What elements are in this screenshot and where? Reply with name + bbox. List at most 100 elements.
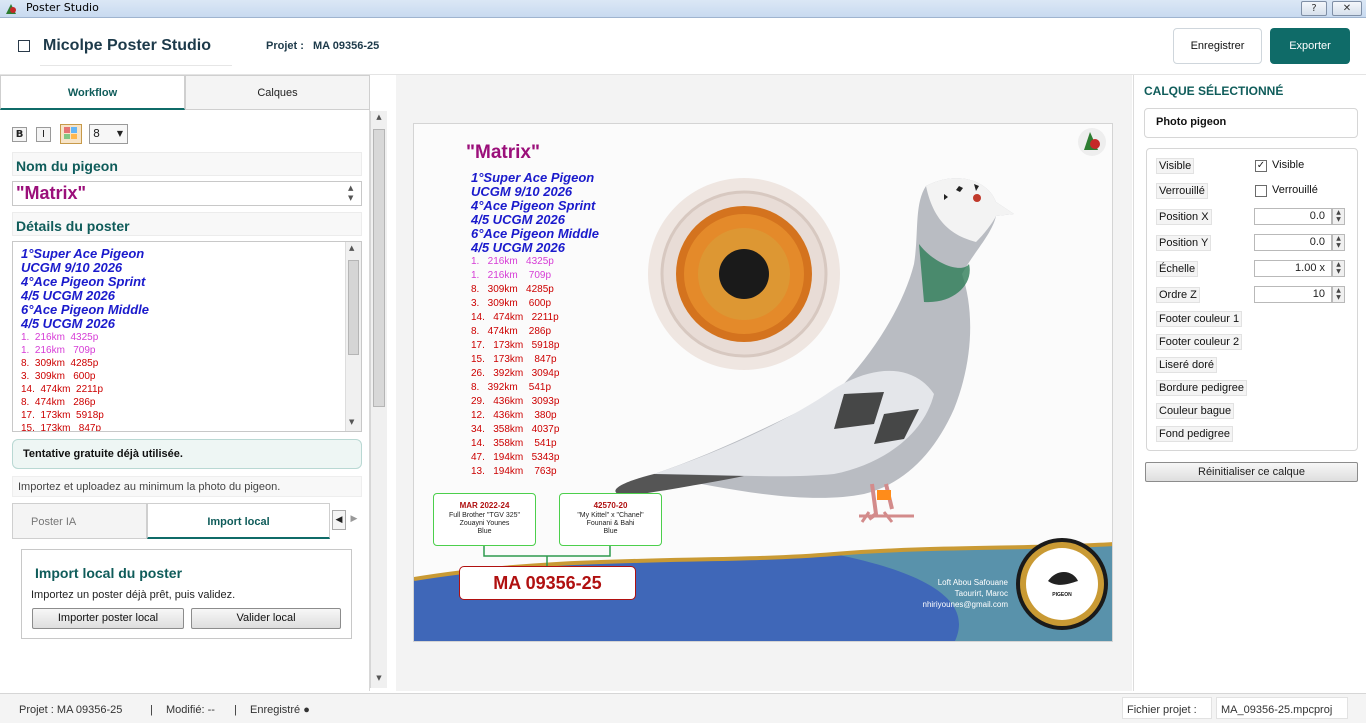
contact-line: Taourirt, Maroc bbox=[954, 589, 1008, 598]
ring-number-box[interactable]: MA 09356-25 bbox=[459, 566, 636, 600]
leg-ring-shape bbox=[877, 490, 891, 500]
status-saved: Enregistré ● bbox=[250, 704, 310, 716]
tab-workflow[interactable]: Workflow bbox=[0, 75, 185, 110]
poster-title-line: 6°Ace Pigeon Middle bbox=[471, 226, 600, 241]
poster-result-line: 17. 173km 5918p bbox=[471, 340, 560, 351]
position-y-input[interactable]: 0.0 bbox=[1254, 234, 1332, 251]
poster-title-line: UCGM 9/10 2026 bbox=[471, 184, 573, 199]
save-button[interactable]: Enregistrer bbox=[1173, 28, 1262, 64]
poster-titles: 1°Super Ace Pigeon UCGM 9/10 2026 4°Ace … bbox=[471, 171, 599, 255]
scrollbar-thumb[interactable] bbox=[348, 260, 359, 355]
pedigree-box-sire[interactable]: MAR 2022-24 Full Brother "TGV 325" Zouay… bbox=[433, 493, 536, 546]
status-modified: Modifié: -- bbox=[166, 704, 215, 716]
gold-border-button[interactable]: Liseré doré bbox=[1156, 357, 1218, 373]
details-line: 3. 309km 600p bbox=[21, 371, 96, 382]
divider bbox=[40, 65, 232, 66]
scroll-up-icon[interactable]: ▲ bbox=[373, 113, 385, 123]
details-line: 4°Ace Pigeon Sprint bbox=[21, 274, 146, 289]
status-bar: Projet : MA 09356-25 | Modifié: -- | Enr… bbox=[0, 693, 1366, 723]
scroll-up-icon[interactable]: ▲ bbox=[349, 244, 354, 252]
visible-checkbox[interactable]: ✓ bbox=[1255, 160, 1267, 172]
scroll-down-icon[interactable]: ▼ bbox=[373, 674, 385, 684]
pedigree-border-button[interactable]: Bordure pedigree bbox=[1156, 380, 1248, 396]
font-size-select[interactable]: 8 ▼ bbox=[89, 124, 128, 144]
subtab-poster-ia[interactable]: Poster IA bbox=[12, 503, 147, 539]
scrollbar-thumb[interactable] bbox=[373, 129, 385, 407]
z-order-spinner[interactable]: ▲ ▼ bbox=[1332, 286, 1345, 303]
color-picker-button[interactable] bbox=[60, 124, 82, 144]
scale-input[interactable]: 1.00 x bbox=[1254, 260, 1332, 277]
pedigree-box-dam[interactable]: 42570-20 "My Kittel" x "Chanel" Founani … bbox=[559, 493, 662, 546]
locked-checkbox-label: Verrouillé bbox=[1272, 184, 1318, 196]
z-order-label: Ordre Z bbox=[1156, 287, 1200, 303]
poster-result-line: 15. 173km 847p bbox=[471, 354, 557, 365]
footer-color-2-button[interactable]: Footer couleur 2 bbox=[1156, 334, 1243, 350]
name-spin-icon[interactable]: ▲ ▼ bbox=[348, 183, 353, 203]
position-y-spinner[interactable]: ▲ ▼ bbox=[1332, 234, 1345, 251]
import-description: Importez un poster déjà prêt, puis valid… bbox=[31, 589, 236, 601]
pigeon-name-value: "Matrix" bbox=[16, 183, 87, 203]
poster-title-line: 4°Ace Pigeon Sprint bbox=[471, 198, 596, 213]
pedigree-background-button[interactable]: Fond pedigree bbox=[1156, 426, 1233, 442]
scale-label: Échelle bbox=[1156, 261, 1199, 277]
position-x-input[interactable]: 0.0 bbox=[1254, 208, 1332, 225]
position-x-spinner[interactable]: ▲ ▼ bbox=[1332, 208, 1345, 225]
poster-result-line: 29. 436km 3093p bbox=[471, 396, 560, 407]
chevron-right-icon[interactable]: ▶ bbox=[348, 510, 360, 530]
sire-line: Blue bbox=[477, 528, 492, 535]
details-line: 4/5 UCGM 2026 bbox=[21, 288, 115, 303]
reset-layer-button[interactable]: Réinitialiser ce calque bbox=[1145, 462, 1358, 482]
import-poster-button[interactable]: Importer poster local bbox=[32, 608, 184, 629]
poster-details-textarea[interactable]: 1°Super Ace Pigeon UCGM 9/10 2026 4°Ace … bbox=[12, 241, 362, 432]
selected-layer-name: Photo pigeon bbox=[1156, 116, 1227, 128]
sire-line: Full Brother "TGV 325" bbox=[448, 512, 521, 519]
app-name: Micolpe Poster Studio bbox=[43, 37, 212, 54]
validate-local-button[interactable]: Valider local bbox=[191, 608, 341, 629]
poster-result-line: 34. 358km 4037p bbox=[471, 424, 560, 435]
position-x-label: Position X bbox=[1156, 209, 1212, 225]
details-line: 15. 173km 847p bbox=[21, 423, 102, 432]
header: Micolpe Poster Studio Projet : MA 09356-… bbox=[0, 19, 1366, 75]
help-button[interactable]: ? bbox=[1301, 1, 1327, 16]
ring-color-button[interactable]: Couleur bague bbox=[1156, 403, 1235, 419]
left-scrollbar[interactable]: ▲ ▼ bbox=[370, 111, 387, 688]
visible-checkbox-label: Visible bbox=[1272, 159, 1305, 171]
status-project: Projet : MA 09356-25 bbox=[19, 704, 123, 716]
scale-spinner[interactable]: ▲ ▼ bbox=[1332, 260, 1345, 277]
tab-calques[interactable]: Calques bbox=[185, 75, 370, 110]
square-icon bbox=[18, 40, 30, 52]
position-y-label: Position Y bbox=[1156, 235, 1212, 251]
details-line: 17. 173km 5918p bbox=[21, 410, 104, 421]
details-line: 14. 474km 2211p bbox=[21, 384, 104, 395]
dam-line: Blue bbox=[603, 528, 618, 535]
visible-label: Visible bbox=[1156, 158, 1195, 174]
selected-layer-title: CALQUE SÉLECTIONNÉ bbox=[1144, 84, 1284, 98]
subtab-import-local[interactable]: Import local bbox=[147, 503, 330, 539]
export-button[interactable]: Exporter bbox=[1270, 28, 1350, 64]
chevron-down-icon: ▼ bbox=[116, 129, 123, 138]
window-title: Poster Studio bbox=[26, 1, 99, 14]
chevron-left-icon[interactable]: ◀ bbox=[332, 510, 346, 530]
poster-result-line: 1. 216km 4325p bbox=[471, 256, 554, 267]
app-icon bbox=[6, 4, 16, 14]
z-order-input[interactable]: 10 bbox=[1254, 286, 1332, 303]
bold-button[interactable]: B bbox=[12, 127, 27, 142]
font-size-value: 8 bbox=[93, 127, 100, 140]
italic-button[interactable]: I bbox=[36, 127, 51, 142]
color-palette-icon bbox=[64, 127, 77, 139]
logo-text: PIGEON bbox=[1052, 592, 1072, 598]
close-button[interactable]: ✕ bbox=[1332, 1, 1362, 16]
project-label: Projet : bbox=[266, 40, 304, 52]
locked-checkbox[interactable] bbox=[1255, 185, 1267, 197]
details-scrollbar[interactable]: ▲ ▼ bbox=[345, 242, 361, 431]
sire-ring: MAR 2022-24 bbox=[459, 501, 510, 510]
import-title: Import local du poster bbox=[35, 565, 183, 581]
status-file-name: MA_09356-25.mpcproj bbox=[1221, 704, 1333, 716]
footer-color-1-button[interactable]: Footer couleur 1 bbox=[1156, 311, 1243, 327]
details-line: 8. 309km 4285p bbox=[21, 358, 99, 369]
poster-canvas[interactable]: "Matrix" 1°Super Ace Pigeon UCGM 9/10 20… bbox=[413, 123, 1113, 642]
eye-pupil-shape bbox=[719, 249, 769, 299]
scroll-down-icon[interactable]: ▼ bbox=[349, 418, 354, 426]
contact-block: Loft Abou Safouane Taourirt, Maroc nhiri… bbox=[923, 577, 1009, 610]
poster-title-line: 4/5 UCGM 2026 bbox=[471, 240, 565, 255]
